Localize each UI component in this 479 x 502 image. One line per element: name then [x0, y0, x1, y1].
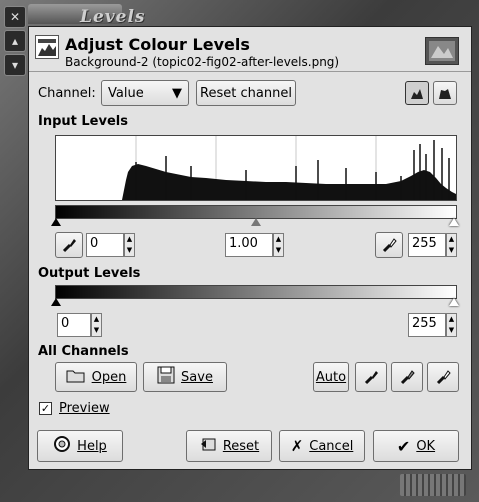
- window-frame: Levels ✕ ▴ ▾ Adjust Colour Levels Backgr…: [0, 0, 479, 502]
- help-button[interactable]: Help: [37, 430, 123, 462]
- lifebuoy-icon: [53, 435, 71, 457]
- input-gamma-handle[interactable]: [251, 218, 261, 226]
- preview-label: Preview: [59, 401, 110, 416]
- resize-grip[interactable]: [400, 474, 466, 496]
- channel-select-value: Value: [108, 85, 144, 101]
- output-levels-heading: Output Levels: [38, 266, 141, 281]
- output-low-field[interactable]: 0: [57, 313, 91, 337]
- save-button[interactable]: Save: [143, 362, 227, 392]
- input-low-stepper[interactable]: ▲ ▼: [124, 233, 135, 257]
- minimize-icon[interactable]: ▾: [4, 54, 26, 76]
- log-histogram-icon[interactable]: [433, 81, 457, 105]
- input-black-point-handle[interactable]: [51, 218, 61, 226]
- input-high-field[interactable]: 255: [408, 233, 446, 257]
- preview-checkbox[interactable]: ✓: [39, 402, 52, 415]
- output-gradient-bar: [55, 285, 457, 299]
- input-white-point-handle[interactable]: [449, 218, 459, 226]
- title-tab[interactable]: Levels: [28, 4, 145, 27]
- output-high-stepper[interactable]: ▲ ▼: [446, 313, 457, 337]
- input-low-field[interactable]: 0: [86, 233, 124, 257]
- header-divider: [29, 71, 471, 72]
- pick-gray-point-icon[interactable]: [391, 362, 423, 392]
- levels-icon: [35, 35, 59, 59]
- output-black-handle[interactable]: [51, 298, 61, 306]
- reset-button[interactable]: Reset: [186, 430, 272, 462]
- black-point-picker-icon[interactable]: [55, 232, 83, 258]
- input-levels-heading: Input Levels: [38, 114, 128, 129]
- white-point-picker-icon[interactable]: [375, 232, 403, 258]
- cross-icon: ✗: [290, 437, 304, 455]
- histogram: [55, 135, 457, 201]
- input-high-stepper[interactable]: ▲ ▼: [446, 233, 457, 257]
- input-gamma-field[interactable]: 1.00: [225, 233, 273, 257]
- pick-black-point-icon[interactable]: [355, 362, 387, 392]
- auto-button[interactable]: Auto: [313, 362, 349, 392]
- window-title: Levels: [80, 7, 146, 27]
- channel-select[interactable]: Value ▼: [101, 80, 189, 106]
- dialog-body: Adjust Colour Levels Background-2 (topic…: [28, 26, 472, 470]
- cancel-button[interactable]: ✗ Cancel: [279, 430, 365, 462]
- output-high-field[interactable]: 255: [408, 313, 446, 337]
- image-thumbnail: [425, 37, 459, 65]
- channel-label: Channel:: [38, 86, 96, 101]
- linear-histogram-icon[interactable]: [405, 81, 429, 105]
- dialog-title: Adjust Colour Levels: [65, 35, 250, 54]
- checkmark-icon: ✔: [396, 436, 411, 456]
- floppy-disk-icon: [157, 366, 175, 388]
- close-icon[interactable]: ✕: [4, 6, 26, 28]
- folder-icon: [66, 367, 86, 387]
- input-gamma-stepper[interactable]: ▲ ▼: [273, 233, 284, 257]
- undo-icon: [199, 436, 217, 456]
- pick-white-point-icon[interactable]: [427, 362, 459, 392]
- output-low-stepper[interactable]: ▲ ▼: [91, 313, 102, 337]
- input-gradient-bar: [55, 205, 457, 219]
- open-button[interactable]: Open: [55, 362, 137, 392]
- maximize-icon[interactable]: ▴: [4, 30, 26, 52]
- all-channels-heading: All Channels: [38, 344, 129, 359]
- reset-channel-button[interactable]: Reset channel: [196, 80, 296, 106]
- ok-button[interactable]: ✔ OK: [373, 430, 459, 462]
- output-white-handle[interactable]: [449, 298, 459, 306]
- chevron-down-icon: ▼: [172, 85, 182, 101]
- image-name: Background-2 (topic02-fig02-after-levels…: [65, 55, 340, 69]
